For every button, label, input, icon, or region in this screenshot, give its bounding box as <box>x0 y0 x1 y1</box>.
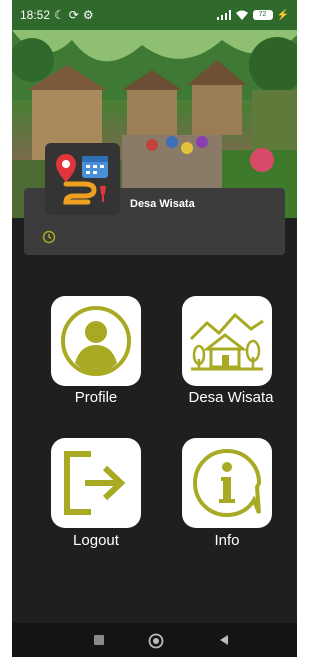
gear-icon: ⚙ <box>82 8 94 22</box>
profile-label[interactable]: Profile <box>51 389 141 406</box>
clock-icon <box>42 230 56 249</box>
user-icon <box>61 306 131 376</box>
app-screen: 18:52 ☾ ⟳ ⚙ 72 ⚡ Desa Wisata Profile Des… <box>12 0 297 657</box>
system-nav-bar <box>12 623 297 657</box>
battery-icon: 72 <box>252 10 273 20</box>
back-icon[interactable] <box>217 633 231 647</box>
profile-button[interactable] <box>51 296 141 386</box>
info-label[interactable]: Info <box>182 532 272 549</box>
signal-icon <box>216 10 231 20</box>
status-time: 18:52 <box>20 8 51 22</box>
home-icon[interactable] <box>148 633 164 649</box>
sync-icon: ⟳ <box>68 8 79 22</box>
status-left: 18:52 ☾ ⟳ ⚙ <box>20 8 94 22</box>
battery-level: 72 <box>258 11 267 18</box>
logout-button[interactable] <box>51 438 141 528</box>
logout-icon <box>64 451 126 515</box>
moon-icon: ☾ <box>54 8 65 22</box>
village-house-icon <box>189 312 264 371</box>
charging-icon: ⚡ <box>276 9 289 21</box>
app-logo <box>45 143 120 215</box>
desa-wisata-label[interactable]: Desa Wisata <box>176 389 286 406</box>
info-icon <box>192 448 262 518</box>
logout-label[interactable]: Logout <box>51 532 141 549</box>
status-bar: 18:52 ☾ ⟳ ⚙ 72 ⚡ <box>12 0 297 30</box>
route-calendar-icon <box>55 154 108 205</box>
recent-apps-icon[interactable] <box>92 633 106 647</box>
header-title: Desa Wisata <box>130 198 195 210</box>
desa-wisata-button[interactable] <box>182 296 272 386</box>
info-button[interactable] <box>182 438 272 528</box>
status-right: 72 ⚡ <box>216 9 289 21</box>
wifi-icon <box>235 10 248 20</box>
